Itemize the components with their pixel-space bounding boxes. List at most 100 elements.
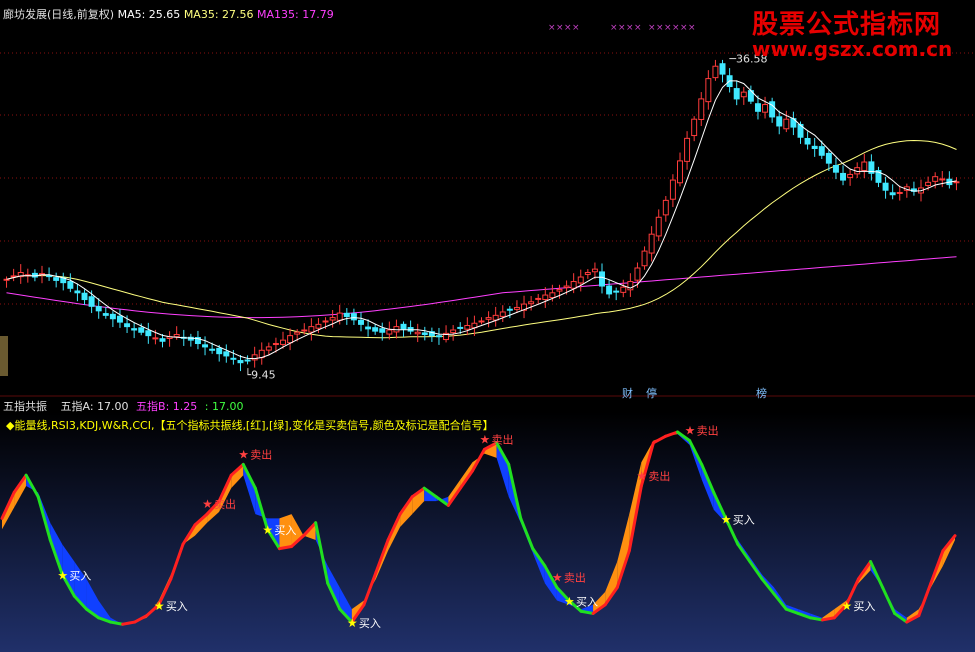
candle-body <box>698 98 705 120</box>
tag-ting: 停 <box>646 387 657 400</box>
buy-star-icon: ★ <box>347 616 358 630</box>
marker-x: × <box>688 23 696 33</box>
candle-body <box>648 233 655 254</box>
candle-body <box>634 267 641 281</box>
marker-x: × <box>648 23 656 33</box>
buy-star-icon: ★ <box>262 523 273 537</box>
ma35-line <box>6 139 957 339</box>
candle-body <box>861 161 868 171</box>
sell-signal-label: 卖出 <box>492 432 514 446</box>
candle-body <box>138 327 145 333</box>
sell-signal-label: 卖出 <box>250 447 272 461</box>
candle-body <box>450 329 457 334</box>
candle-body <box>804 137 811 145</box>
candle-body <box>925 181 932 186</box>
candle-body <box>81 292 88 301</box>
watermark-url: www.gszx.com.cn <box>752 37 953 61</box>
indicator-note: ◆能量线,RSI3,KDJ,W&R,CCI,【五个指标共振线,[红],[绿],变… <box>6 419 494 432</box>
buy-star-icon: ★ <box>154 599 165 613</box>
candle-body <box>705 78 712 103</box>
candle-body <box>889 192 896 196</box>
candle-body <box>202 344 209 348</box>
resonance-line <box>808 616 824 622</box>
watermark-logo-text: 股票公式指标网 <box>752 10 942 40</box>
candle-body <box>265 346 272 351</box>
candle-body <box>435 335 442 338</box>
sell-star-icon: ★ <box>480 432 491 446</box>
candle-body <box>655 216 662 237</box>
resonance-line <box>277 544 294 551</box>
marker-x: × <box>618 23 626 33</box>
candle-body <box>542 294 549 301</box>
candle-body <box>322 320 329 323</box>
candle-body <box>528 301 535 305</box>
candle-body <box>754 103 761 112</box>
candle-body <box>244 359 251 362</box>
candle-body <box>762 104 769 113</box>
candle-body <box>365 326 372 330</box>
buy-star-icon: ★ <box>564 594 575 608</box>
candle-body <box>464 324 471 330</box>
candle-body <box>669 179 676 200</box>
low-price-label: └9.45 <box>244 367 275 381</box>
candle-body <box>159 338 166 342</box>
stock-title: 廊坊发展(日线,前复权) <box>3 8 115 21</box>
candle-body <box>400 323 407 330</box>
candle-body <box>308 326 315 333</box>
candle-body <box>131 328 138 331</box>
candle-body <box>606 285 613 295</box>
candle-body <box>88 296 95 307</box>
sell-signal-label: 卖出 <box>648 469 670 483</box>
resonance-line <box>820 616 836 622</box>
candle-body <box>414 331 421 335</box>
candle-body <box>294 331 301 335</box>
candle-body <box>46 275 53 278</box>
resonance-line <box>121 620 137 626</box>
candle-body <box>372 327 379 332</box>
candle-body <box>825 152 832 164</box>
candle-body <box>847 173 854 178</box>
tag-cai: 财 <box>622 387 633 400</box>
sell-star-icon: ★ <box>202 497 213 511</box>
candle-body <box>237 360 244 364</box>
buy-star-icon: ★ <box>841 599 852 613</box>
sell-signal-label: 卖出 <box>697 424 719 438</box>
tag-bang: 榜 <box>756 387 767 400</box>
candle-body <box>329 317 336 321</box>
candle-body <box>712 65 719 79</box>
buy-signal-label: 买入 <box>166 600 188 613</box>
ma5-line <box>6 80 957 360</box>
candle-body <box>124 323 131 328</box>
buy-signal-label: 买入 <box>359 617 381 630</box>
marker-x: × <box>572 23 580 33</box>
candle-body <box>620 286 627 293</box>
collapse-tab[interactable] <box>0 336 8 376</box>
buy-signal-label: 买入 <box>274 524 296 537</box>
ma135-line <box>6 256 957 319</box>
candle-body <box>67 281 74 289</box>
candle-body <box>386 329 393 335</box>
sell-star-icon: ★ <box>685 424 696 438</box>
candle-body <box>896 191 903 194</box>
marker-x: × <box>548 23 556 33</box>
candle-body <box>358 319 364 325</box>
candle-body <box>350 313 357 321</box>
indicator-b-readout: 五指B: 1.25 <box>136 400 198 413</box>
candle-body <box>549 292 556 298</box>
ma5-readout: MA5: 25.65 <box>117 8 181 21</box>
candle-body <box>662 199 669 216</box>
buy-star-icon: ★ <box>721 512 732 526</box>
candle-body <box>535 297 542 300</box>
candle-body <box>811 145 818 150</box>
candle-body <box>336 312 343 321</box>
buy-signal-label: 买入 <box>733 513 755 526</box>
indicator-name: 五指共振 <box>3 400 47 413</box>
stock-chart: ─36.58└9.45× × × × × × × × × × × × × ×★ 买入★ 买入★ 买入★ 买入★ 买入… <box>0 23 975 652</box>
candle-body <box>840 172 847 181</box>
candle-body <box>570 281 577 289</box>
candle-body <box>591 268 598 273</box>
sell-signal-label: 卖出 <box>214 497 236 511</box>
candle-body <box>116 315 123 323</box>
marker-x: × <box>626 23 634 33</box>
candle-body <box>740 91 747 98</box>
